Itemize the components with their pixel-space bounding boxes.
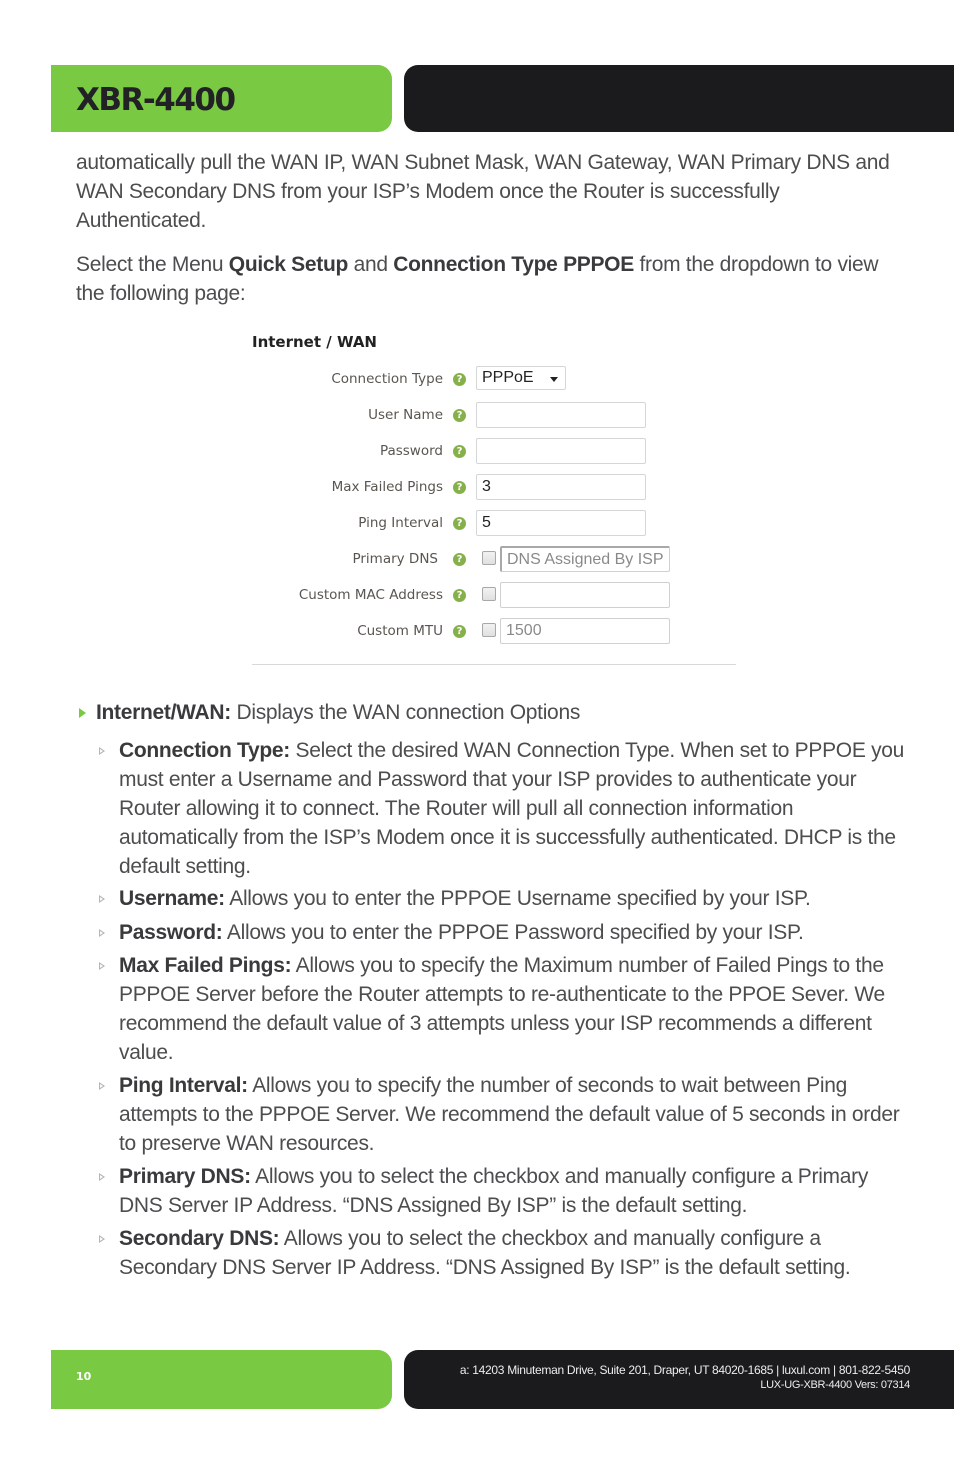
help-icon[interactable]: ? [453,373,466,386]
custom-mtu-row: Custom MTU ? 1500 [252,617,736,645]
bullet-description: Allows you to enter the PPPOE Username s… [224,887,811,910]
chevron-down-icon [550,377,558,382]
bullet-term: Max Failed Pings: [119,954,292,977]
bullet-text: Ping Interval: Allows you to specify the… [119,1071,912,1158]
bullet-outline-triangle-icon [99,1082,105,1090]
custom-mtu-label: Custom MTU [357,623,443,639]
bullet-term: Ping Interval: [119,1074,248,1097]
text-span: and [348,253,394,276]
instruction-paragraph: Select the Menu Quick Setup and Connecti… [76,250,906,308]
ping-interval-input[interactable]: 5 [476,510,646,536]
help-icon[interactable]: ? [453,481,466,494]
sub-bullet-primary-dns: Primary DNS: Allows you to select the ch… [97,1162,912,1220]
max-failed-pings-input[interactable]: 3 [476,474,646,500]
help-icon[interactable]: ? [453,589,466,602]
bullet-term: Connection Type: [119,739,290,762]
max-failed-pings-row: Max Failed Pings ? 3 [252,473,736,501]
ping-interval-label: Ping Interval [358,515,443,531]
document-title: XBR-4400 [76,82,236,118]
password-input[interactable] [476,438,646,464]
connection-type-row: Connection Type ? PPPoE [252,365,736,393]
sub-bullet-ping-interval: Ping Interval: Allows you to specify the… [97,1071,912,1158]
bullet-text: Max Failed Pings: Allows you to specify … [119,951,912,1067]
bullet-text: Primary DNS: Allows you to select the ch… [119,1162,912,1220]
internet-wan-form: Internet / WAN Connection Type ? PPPoE U… [252,330,736,668]
bullet-description: Allows you to enter the PPPOE Password s… [222,921,804,944]
help-icon[interactable]: ? [453,625,466,638]
footer-address: a: 14203 Minuteman Drive, Suite 201, Dra… [459,1363,910,1377]
help-icon[interactable]: ? [453,409,466,422]
bullet-term: Internet/WAN: [96,701,231,724]
footer-info-banner: a: 14203 Minuteman Drive, Suite 201, Dra… [404,1350,954,1409]
sub-bullet-connection-type: Connection Type: Select the desired WAN … [97,736,912,881]
menu-name-quick-setup: Quick Setup [228,253,349,276]
header-title-banner: XBR-4400 [51,65,392,132]
primary-dns-label: Primary DNS [352,551,438,567]
user-name-row: User Name ? [252,401,736,429]
help-icon[interactable]: ? [453,517,466,530]
form-title: Internet / WAN [252,333,377,351]
connection-type-name: Connection Type PPPOE [393,253,634,276]
page-number: 10 [76,1370,92,1383]
custom-mtu-checkbox[interactable] [482,623,496,637]
custom-mac-row: Custom MAC Address ? [252,581,736,609]
bullet-term: Primary DNS: [119,1165,251,1188]
bullet-outline-triangle-icon [99,1235,105,1243]
sub-bullet-secondary-dns: Secondary DNS: Allows you to select the … [97,1224,912,1282]
ping-interval-row: Ping Interval ? 5 [252,509,736,537]
bullet-outline-triangle-icon [99,1173,105,1181]
bullet-triangle-icon [79,708,86,718]
bullet-text: Connection Type: Select the desired WAN … [119,736,912,881]
bullet-term: Username: [119,887,225,910]
text-span: Select the Menu [76,253,229,276]
footer-page-banner: 10 [51,1350,392,1409]
user-name-label: User Name [368,407,443,423]
bullet-outline-triangle-icon [99,962,105,970]
bullet-description: Displays the WAN connection Options [230,701,581,724]
custom-mac-checkbox[interactable] [482,587,496,601]
header-dark-banner [404,65,954,132]
help-icon[interactable]: ? [453,553,466,566]
connection-type-select[interactable]: PPPoE [476,366,566,390]
user-name-input[interactable] [476,402,646,428]
form-divider [252,664,736,665]
custom-mac-label: Custom MAC Address [298,587,443,603]
bullet-text: Password: Allows you to enter the PPPOE … [119,918,912,947]
bullet-outline-triangle-icon [99,747,105,755]
bullet-term: Secondary DNS: [119,1227,280,1250]
bullet-outline-triangle-icon [99,929,105,937]
footer-version: LUX-UG-XBR-4400 Vers: 07314 [760,1379,910,1391]
bullet-text: Internet/WAN: Displays the WAN connectio… [96,698,916,727]
sub-bullet-password: Password: Allows you to enter the PPPOE … [97,918,912,947]
bullet-term: Password: [119,921,223,944]
custom-mac-input[interactable] [500,582,670,608]
connection-type-value: PPPoE [482,369,534,386]
intro-paragraph: automatically pull the WAN IP, WAN Subne… [76,151,890,232]
primary-dns-row: Primary DNS ? DNS Assigned By ISP [252,545,736,573]
connection-type-label: Connection Type [331,371,443,387]
sub-bullet-max-failed-pings: Max Failed Pings: Allows you to specify … [97,951,912,1067]
bullet-internet-wan: Internet/WAN: Displays the WAN connectio… [76,698,916,727]
password-row: Password ? [252,437,736,465]
primary-dns-input[interactable]: DNS Assigned By ISP [500,546,670,572]
sub-bullet-username: Username: Allows you to enter the PPPOE … [97,884,912,913]
bullet-text: Username: Allows you to enter the PPPOE … [119,884,912,913]
custom-mtu-input[interactable]: 1500 [500,618,670,644]
password-label: Password [379,443,443,459]
primary-dns-checkbox[interactable] [482,551,496,565]
bullet-text: Secondary DNS: Allows you to select the … [119,1224,912,1282]
help-icon[interactable]: ? [453,445,466,458]
bullet-outline-triangle-icon [99,895,105,903]
max-failed-pings-label: Max Failed Pings [331,479,443,495]
